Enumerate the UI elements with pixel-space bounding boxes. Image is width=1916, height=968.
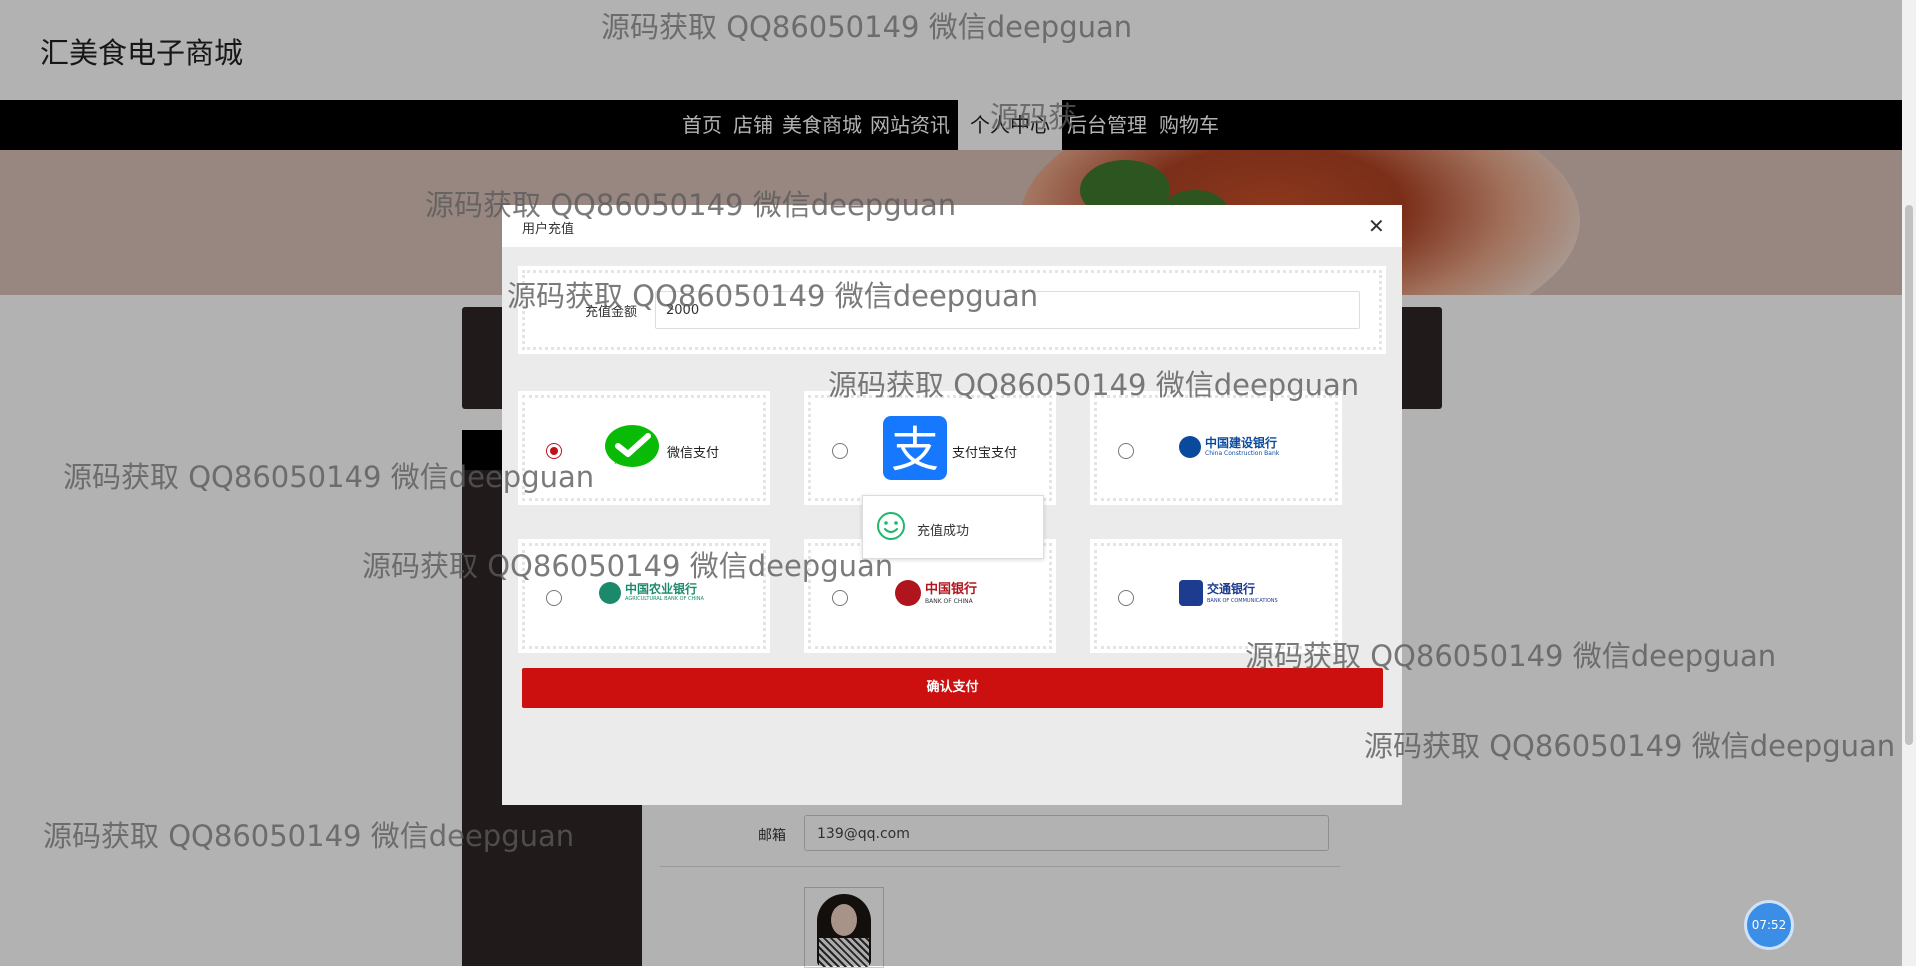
payment-radio-alipay[interactable]: [832, 443, 848, 459]
ccb-logo-subtext: China Construction Bank: [1205, 450, 1280, 457]
payment-label-alipay: 支付宝支付: [952, 446, 1018, 461]
abc-logo-subtext: AGRICULTURAL BANK OF CHINA: [625, 596, 704, 602]
abc-logo: [599, 582, 621, 604]
page-scrollbar[interactable]: [1902, 0, 1916, 966]
scrollbar-thumb[interactable]: [1905, 205, 1913, 745]
svg-text:支: 支: [891, 422, 939, 478]
payment-option-bocom[interactable]: 交通银行 BANK OF COMMUNICATIONS: [1094, 543, 1338, 649]
payment-option-abc[interactable]: 中国农业银行 AGRICULTURAL BANK OF CHINA: [522, 543, 766, 649]
boc-logo-text: 中国银行: [925, 582, 978, 597]
boc-logo: [895, 580, 921, 606]
payment-option-wechat[interactable]: 微信支付: [522, 395, 766, 501]
boc-logo-subtext: BANK OF CHINA: [925, 598, 973, 605]
amount-panel: 充值金额 2000: [522, 270, 1382, 350]
success-toast: 充值成功: [862, 495, 1044, 559]
close-icon[interactable]: ✕: [1368, 214, 1385, 238]
payment-option-ccb[interactable]: 中国建设银行 China Construction Bank: [1094, 395, 1338, 501]
modal-header: 用户充值 ✕: [502, 205, 1402, 247]
floating-clock-button[interactable]: 07:52: [1744, 900, 1794, 950]
bocom-logo-text: 交通银行: [1207, 582, 1256, 596]
bocom-logo-subtext: BANK OF COMMUNICATIONS: [1207, 598, 1278, 604]
payment-radio-bocom[interactable]: [1118, 590, 1134, 606]
payment-radio-abc[interactable]: [546, 590, 562, 606]
confirm-payment-button[interactable]: 确认支付: [522, 668, 1383, 708]
modal-title: 用户充值: [522, 222, 575, 237]
ccb-logo: [1179, 436, 1201, 458]
alipay-icon: 支: [883, 416, 947, 480]
amount-input[interactable]: 2000: [655, 291, 1360, 329]
smile-icon: [877, 512, 905, 540]
payment-option-alipay[interactable]: 支 支付宝支付: [808, 395, 1052, 501]
payment-radio-wechat[interactable]: [546, 443, 562, 459]
abc-logo-text: 中国农业银行: [625, 582, 698, 596]
payment-label-wechat: 微信支付: [667, 446, 720, 461]
toast-message: 充值成功: [917, 524, 970, 539]
wechat-pay-icon: [605, 425, 659, 467]
ccb-logo-text: 中国建设银行: [1205, 436, 1278, 450]
amount-label: 充值金额: [585, 305, 638, 320]
payment-radio-ccb[interactable]: [1118, 443, 1134, 459]
bocom-logo: [1179, 580, 1203, 606]
payment-radio-boc[interactable]: [832, 590, 848, 606]
